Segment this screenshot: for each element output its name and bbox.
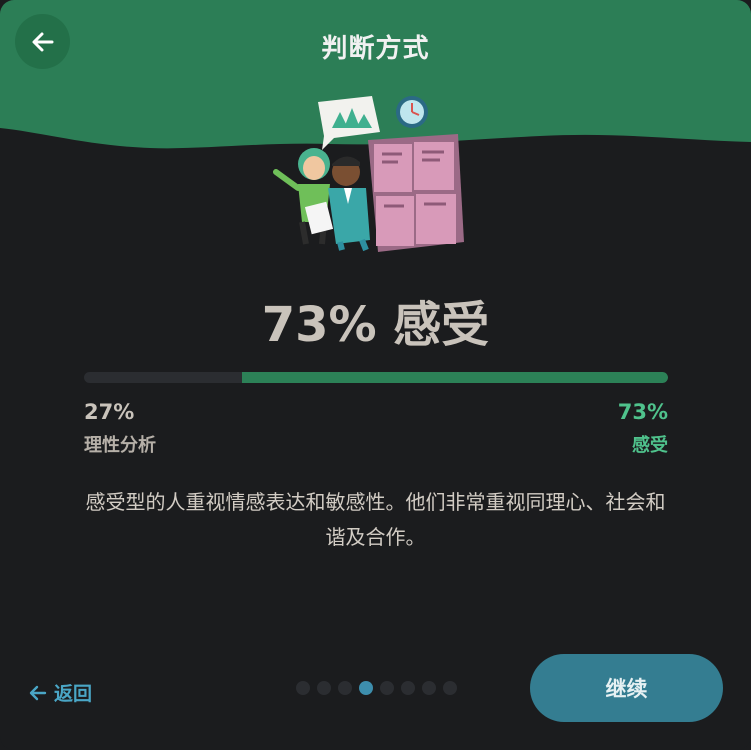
page-dot[interactable]	[338, 681, 352, 695]
page-dot-active[interactable]	[359, 681, 373, 695]
page-dot[interactable]	[443, 681, 457, 695]
page-indicator	[296, 681, 457, 695]
right-trait-label: 感受	[632, 435, 668, 456]
page-title: 判断方式	[321, 34, 430, 64]
page-dot[interactable]	[380, 681, 394, 695]
personality-result-card: 判断方式 73% 感受 27% 理性分析 73% 感受 感受型的人重视情感表达和…	[0, 0, 751, 750]
right-trait-percent: 73%	[617, 400, 668, 424]
left-trait-percent: 27%	[84, 400, 135, 424]
page-dot[interactable]	[296, 681, 310, 695]
footer-back-label: 返回	[54, 683, 93, 705]
arrow-left-icon	[29, 685, 47, 700]
illustration-people-lockers	[273, 96, 464, 252]
result-description: 感受型的人重视情感表达和敏感性。他们非常重视同理心、社会和谐及合作。	[85, 490, 666, 549]
result-progress-bar	[84, 372, 668, 383]
continue-button[interactable]: 继续	[530, 654, 723, 722]
page-dot[interactable]	[422, 681, 436, 695]
result-headline: 73% 感受	[261, 297, 490, 353]
result-progress-fill	[241, 372, 668, 383]
left-trait-label: 理性分析	[84, 435, 156, 456]
page-dot[interactable]	[317, 681, 331, 695]
footer-back-link[interactable]: 返回	[28, 679, 92, 706]
page-dot[interactable]	[401, 681, 415, 695]
